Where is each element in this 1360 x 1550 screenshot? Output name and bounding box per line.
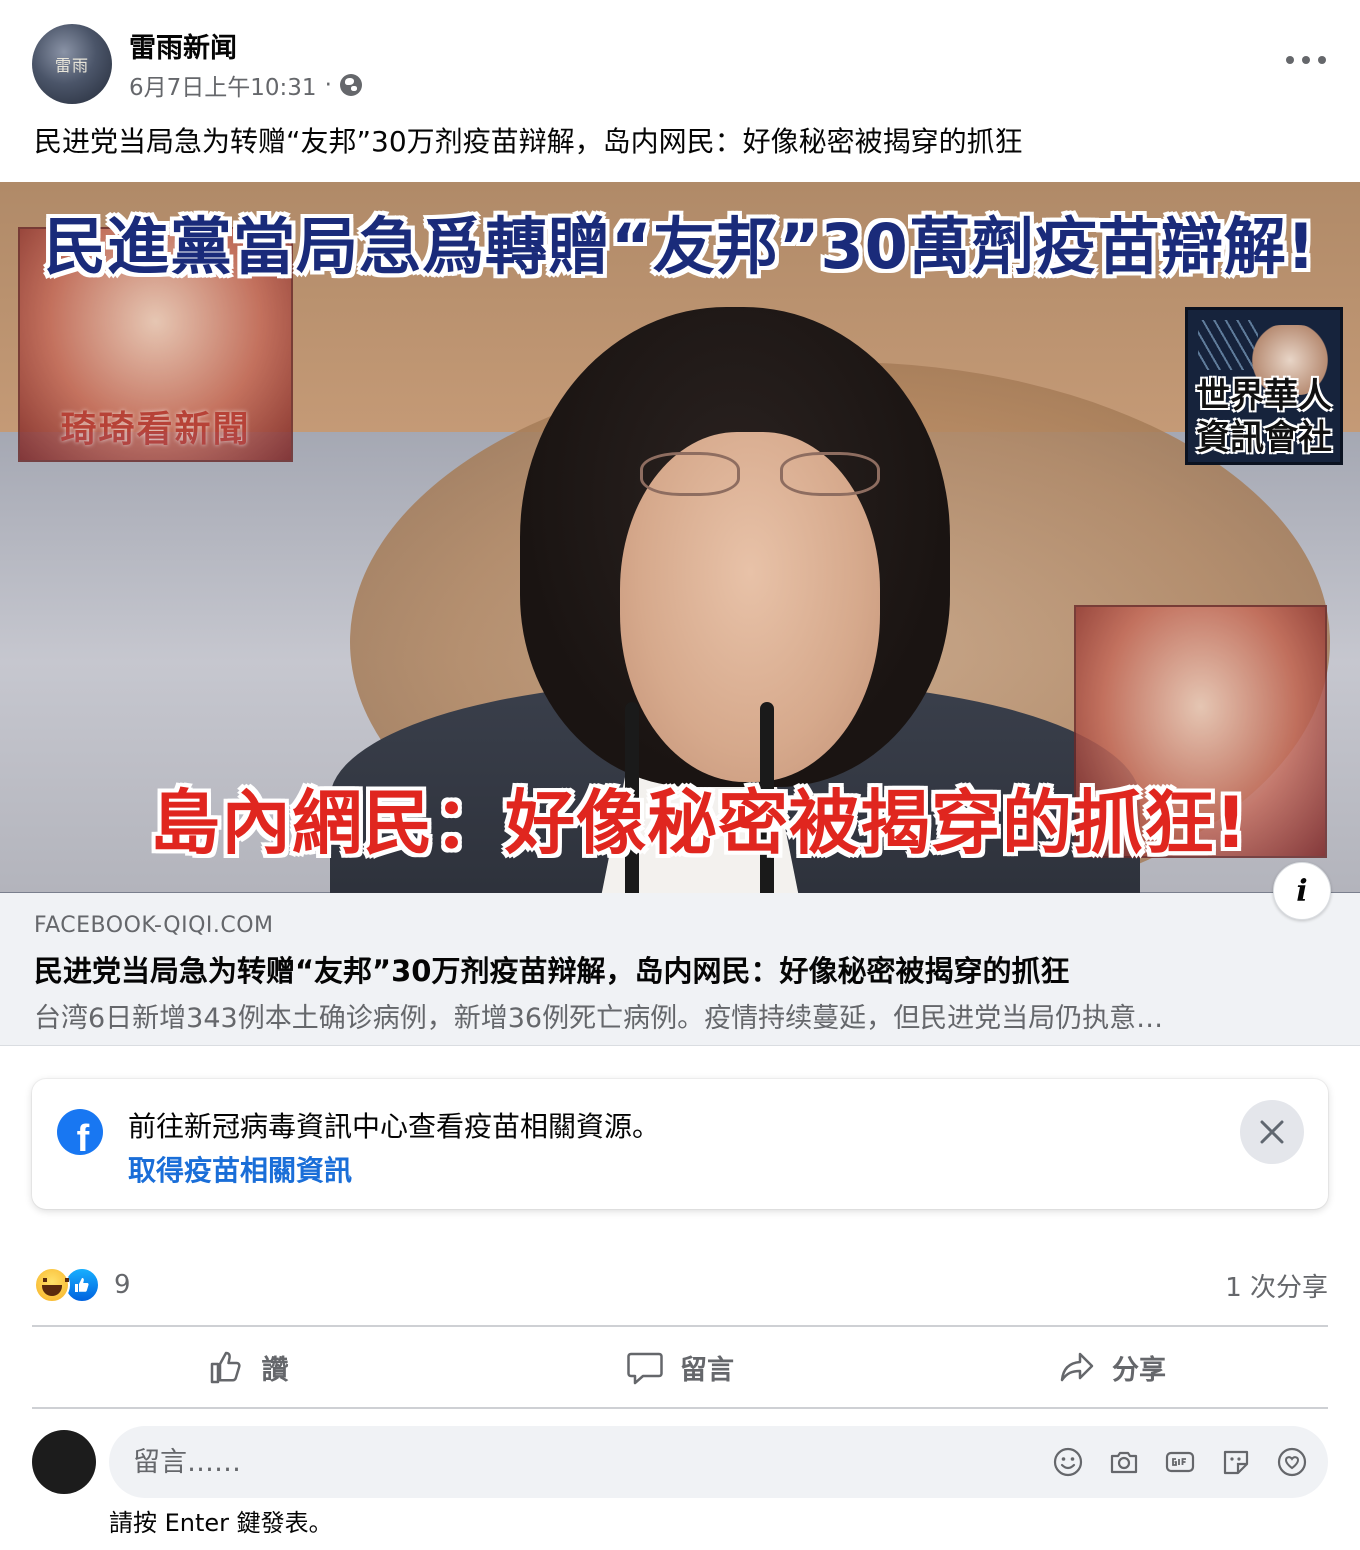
sticker-icon[interactable] xyxy=(1218,1444,1254,1480)
image-headline-top: 民進黨當局急爲轉贈“友邦”30萬劑疫苗辯解! xyxy=(43,210,1317,283)
avatar-sticker-icon[interactable] xyxy=(1274,1444,1310,1480)
facebook-logo-icon: f xyxy=(57,1109,103,1155)
link-preview-meta[interactable]: FACEBOOK-QIQI.COM 民进党当局急为转赠“友邦”30万剂疫苗辩解，… xyxy=(0,893,1360,1046)
page-avatar[interactable]: 雷雨 xyxy=(32,24,112,104)
post-header: 雷雨 雷雨新闻 6月7日上午10:31 · xyxy=(32,24,1332,104)
more-options-icon[interactable] xyxy=(1286,50,1326,70)
covid-info-notice: f 前往新冠病毒資訊中心查看疫苗相關資源。 取得疫苗相關資訊 xyxy=(32,1079,1328,1209)
share-label: 分享 xyxy=(1112,1354,1166,1386)
info-icon[interactable]: i xyxy=(1273,862,1331,920)
link-preview-image[interactable]: 琦琦看新聞 世界華人 資訊會社 民進黨當局急爲轉贈“友邦”30萬劑疫苗辯解! 島… xyxy=(0,182,1360,893)
logo-text-line2: 資訊會社 xyxy=(1196,418,1332,458)
share-count[interactable]: 1 次分享 xyxy=(1225,1267,1328,1304)
notice-text: 前往新冠病毒資訊中心查看疫苗相關資源。 xyxy=(128,1110,661,1143)
thumbs-up-icon xyxy=(210,1351,241,1384)
divider xyxy=(32,1407,1328,1409)
divider xyxy=(32,1325,1328,1327)
comment-composer xyxy=(109,1426,1328,1498)
meta-separator: · xyxy=(324,72,332,98)
enter-to-post-hint: 請按 Enter 鍵發表。 xyxy=(109,1509,333,1537)
close-icon[interactable] xyxy=(1240,1100,1304,1164)
composer-toolbar xyxy=(1050,1444,1310,1480)
comment-input[interactable] xyxy=(133,1426,1013,1498)
gif-icon[interactable] xyxy=(1162,1444,1198,1480)
globe-icon[interactable] xyxy=(339,74,362,96)
link-domain: FACEBOOK-QIQI.COM xyxy=(34,913,274,938)
post-text: 民进党当局急为转赠“友邦”30万剂疫苗辩解，岛内网民：好像秘密被揭穿的抓狂 xyxy=(34,125,1023,158)
channel-logo: 世界華人 資訊會社 xyxy=(1185,307,1343,465)
share-arrow-icon xyxy=(1060,1352,1094,1382)
comment-bubble-icon xyxy=(627,1352,663,1385)
user-avatar[interactable] xyxy=(32,1430,96,1494)
comment-button[interactable]: 留言 xyxy=(464,1329,896,1405)
like-button[interactable]: 讚 xyxy=(32,1329,464,1405)
image-glasses xyxy=(640,452,880,502)
post-actions: 讚 留言 分享 xyxy=(32,1329,1328,1405)
post-meta: 6月7日上午10:31 · xyxy=(129,68,362,102)
haha-reaction-icon xyxy=(34,1267,70,1303)
like-label: 讚 xyxy=(261,1354,289,1386)
reaction-summary[interactable]: 9 xyxy=(34,1265,131,1305)
emoji-icon[interactable] xyxy=(1050,1444,1086,1480)
reaction-count: 9 xyxy=(114,1270,131,1300)
page-name-link[interactable]: 雷雨新闻 xyxy=(129,26,237,65)
logo-text-line1: 世界華人 xyxy=(1196,376,1332,416)
feed-post: 雷雨 雷雨新闻 6月7日上午10:31 · 民进党当局急为转赠“友邦”30万剂疫… xyxy=(0,0,1360,1550)
avatar-text: 雷雨 xyxy=(54,56,89,75)
image-headline-bottom: 島內網民：好像秘密被揭穿的抓狂! xyxy=(150,782,1248,864)
post-timestamp[interactable]: 6月7日上午10:31 xyxy=(129,68,317,102)
camera-icon[interactable] xyxy=(1106,1444,1142,1480)
share-button[interactable]: 分享 xyxy=(896,1329,1328,1405)
link-title: 民进党当局急为转赠“友邦”30万剂疫苗辩解，岛内网民：好像秘密被揭穿的抓狂 xyxy=(34,954,1070,988)
watermark-left-text: 琦琦看新聞 xyxy=(60,409,251,450)
link-description: 台湾6日新增343例本土确诊病例，新增36例死亡病例。疫情持续蔓延，但民进党当局… xyxy=(34,1003,1164,1034)
comment-label: 留言 xyxy=(680,1354,734,1386)
vaccine-info-link[interactable]: 取得疫苗相關資訊 xyxy=(128,1149,352,1189)
